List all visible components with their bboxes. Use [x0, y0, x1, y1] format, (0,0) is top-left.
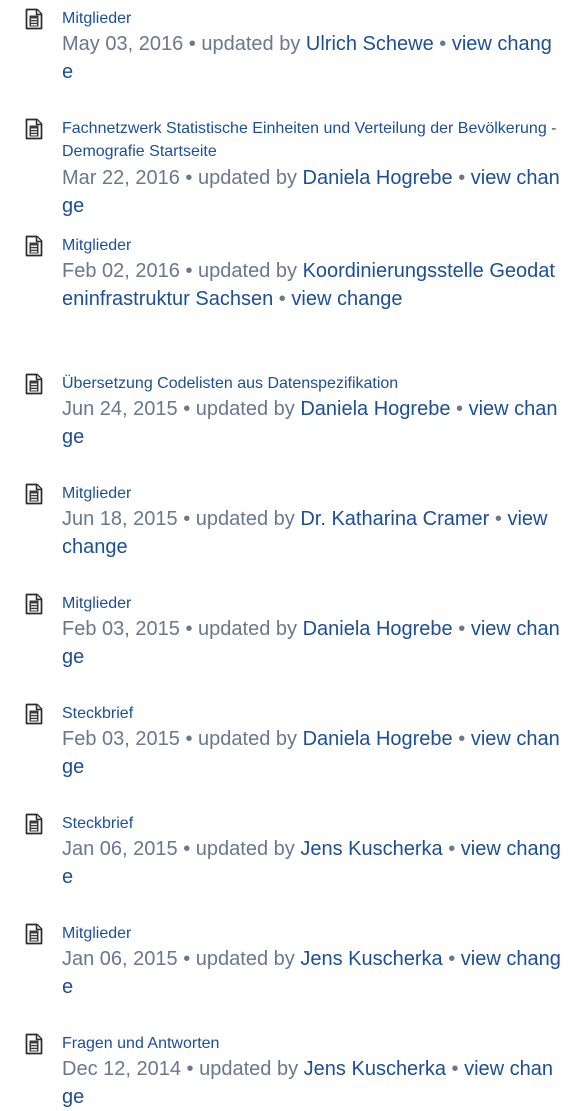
page-document-icon — [22, 922, 46, 946]
author-link[interactable]: Daniela Hogrebe — [300, 398, 450, 420]
update-meta: Feb 03, 2015 • updated by Daniela Hogreb… — [62, 726, 562, 781]
update-meta: Jan 06, 2015 • updated by Jens Kuscherka… — [62, 946, 562, 1001]
page-document-icon — [22, 372, 46, 396]
update-date: Jan 06, 2015 — [62, 948, 178, 970]
page-document-icon — [22, 1032, 46, 1056]
separator: • — [183, 508, 191, 530]
separator: • — [278, 287, 286, 310]
page-document-icon — [22, 592, 46, 616]
page-document-icon — [22, 234, 46, 258]
updated-by-label: updated by — [198, 728, 297, 750]
update-meta: Feb 02, 2016 • updated by Koordinierungs… — [62, 258, 562, 313]
update-date: Dec 12, 2014 — [62, 1058, 181, 1080]
update-date: Feb 03, 2015 — [62, 618, 180, 640]
separator: • — [183, 838, 191, 860]
page-document-icon — [22, 482, 46, 506]
page-title-link[interactable]: Mitglieder — [62, 482, 562, 505]
page-title-link[interactable]: Übersetzung Codelisten aus Datenspezifik… — [62, 372, 562, 395]
updated-by-label: updated by — [195, 508, 295, 530]
update-meta: Jun 18, 2015 • updated by Dr. Katharina … — [62, 506, 562, 561]
page-title-link[interactable]: Mitglieder — [62, 234, 562, 257]
author-link[interactable]: Daniela Hogrebe — [303, 728, 453, 750]
separator: • — [458, 728, 466, 750]
page-title-link[interactable]: Mitglieder — [62, 922, 562, 945]
separator: • — [183, 948, 191, 970]
update-date: Feb 02, 2016 — [62, 260, 180, 282]
page-title-link[interactable]: Mitglieder — [62, 592, 562, 615]
view-change-link[interactable]: view change — [291, 288, 402, 310]
separator: • — [448, 948, 456, 970]
update-meta: Mar 22, 2016 • updated by Daniela Hogreb… — [62, 165, 562, 220]
update-meta: Feb 03, 2015 • updated by Daniela Hogreb… — [62, 616, 562, 671]
updated-by-label: updated by — [195, 398, 295, 420]
updated-by-label: updated by — [195, 838, 295, 860]
separator: • — [448, 838, 456, 860]
page-document-icon — [22, 117, 46, 141]
update-date: May 03, 2016 — [62, 33, 184, 55]
separator: • — [458, 618, 466, 640]
updated-by-label: updated by — [198, 618, 297, 640]
page-title-link[interactable]: Fachnetzwerk Statistische Einheiten und … — [62, 117, 562, 163]
author-link[interactable]: Jens Kuscherka — [304, 1058, 446, 1080]
author-link[interactable]: Daniela Hogrebe — [303, 167, 453, 189]
page-document-icon — [22, 7, 46, 31]
separator: • — [185, 260, 193, 282]
separator: • — [458, 167, 466, 189]
separator: • — [186, 1058, 194, 1080]
author-link[interactable]: Dr. Katharina Cramer — [300, 508, 489, 530]
page-document-icon — [22, 812, 46, 836]
page-title-link[interactable]: Fragen und Antworten — [62, 1032, 562, 1055]
separator: • — [183, 398, 191, 420]
page-title-link[interactable]: Steckbrief — [62, 812, 562, 835]
updated-by-label: updated by — [201, 33, 301, 55]
separator: • — [456, 398, 464, 420]
updated-by-label: updated by — [195, 948, 295, 970]
separator: • — [185, 167, 193, 189]
update-date: Feb 03, 2015 — [62, 728, 180, 750]
author-link[interactable]: Daniela Hogrebe — [303, 618, 453, 640]
author-link[interactable]: Ulrich Schewe — [306, 33, 434, 55]
update-meta: May 03, 2016 • updated by Ulrich Schewe … — [62, 31, 562, 86]
updated-by-label: updated by — [198, 167, 297, 189]
update-meta: Jun 24, 2015 • updated by Daniela Hogreb… — [62, 396, 562, 451]
updated-by-label: updated by — [198, 260, 297, 282]
separator: • — [185, 728, 193, 750]
page-title-link[interactable]: Mitglieder — [62, 7, 562, 30]
updated-by-label: updated by — [199, 1058, 299, 1080]
separator: • — [188, 33, 196, 55]
update-date: Jan 06, 2015 — [62, 838, 178, 860]
update-meta: Jan 06, 2015 • updated by Jens Kuscherka… — [62, 836, 562, 891]
separator: • — [494, 508, 502, 530]
update-date: Jun 24, 2015 — [62, 398, 178, 420]
update-date: Mar 22, 2016 — [62, 167, 180, 189]
author-link[interactable]: Jens Kuscherka — [300, 948, 442, 970]
separator: • — [439, 33, 447, 55]
separator: • — [451, 1058, 459, 1080]
separator: • — [185, 618, 193, 640]
page-title-link[interactable]: Steckbrief — [62, 702, 562, 725]
page-document-icon — [22, 702, 46, 726]
author-link[interactable]: Jens Kuscherka — [300, 838, 442, 860]
update-date: Jun 18, 2015 — [62, 508, 178, 530]
